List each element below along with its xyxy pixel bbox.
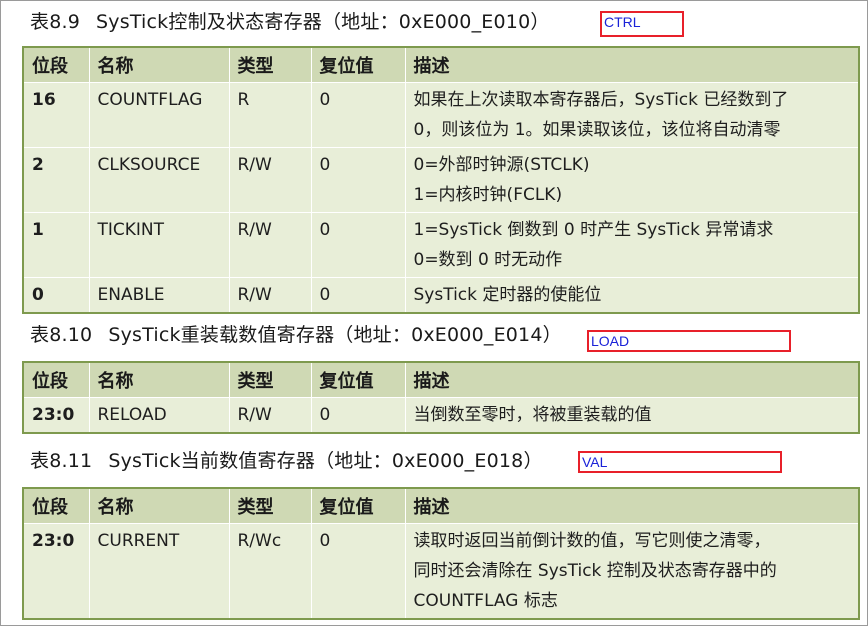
header-reset: 复位值 [310, 46, 406, 83]
table-number: 表8.9 [30, 11, 81, 33]
cell-type: R/W [228, 397, 312, 434]
annotation-box-val: VAL [578, 451, 782, 473]
table-header-row: 位段 名称 类型 复位值 描述 [22, 487, 860, 524]
cell-type: R/Wc [228, 523, 312, 620]
cell-desc: 1=SysTick 倒数到 0 时产生 SysTick 异常请求 0=数到 0 … [404, 212, 860, 278]
desc-line: 0=数到 0 时无动作 [413, 250, 563, 270]
desc-line: 如果在上次读取本寄存器后，SysTick 已经数到了 [413, 90, 789, 110]
cell-bits: 23:0 [22, 397, 90, 434]
annotation-box-load: LOAD [587, 330, 791, 352]
desc-line: 同时还会清除在 SysTick 控制及状态寄存器中的 [413, 561, 777, 581]
register-table-ctrl: 位段 名称 类型 复位值 描述 16 COUNTFLAG R 0 如果在上次读取… [22, 46, 860, 314]
cell-name: CLKSOURCE [88, 147, 230, 213]
cell-reset: 0 [310, 212, 406, 278]
cell-reset: 0 [310, 82, 406, 148]
desc-line: 1=内核时钟(FCLK) [413, 185, 563, 205]
header-name: 名称 [88, 46, 230, 83]
cell-reset: 0 [310, 397, 406, 434]
header-type: 类型 [228, 487, 312, 524]
table-title: SysTick当前数值寄存器（地址：0xE000_E018） [108, 450, 543, 472]
cell-name: ENABLE [88, 277, 230, 314]
cell-name: TICKINT [88, 212, 230, 278]
table-title: SysTick控制及状态寄存器（地址：0xE000_E010） [96, 11, 550, 33]
cell-desc: SysTick 定时器的使能位 [404, 277, 860, 314]
header-name: 名称 [88, 487, 230, 524]
table-row: 2 CLKSOURCE R/W 0 0=外部时钟源(STCLK) 1=内核时钟(… [22, 147, 860, 213]
table-row: 1 TICKINT R/W 0 1=SysTick 倒数到 0 时产生 SysT… [22, 212, 860, 278]
table-header-row: 位段 名称 类型 复位值 描述 [22, 46, 860, 83]
table-header-row: 位段 名称 类型 复位值 描述 [22, 361, 860, 398]
desc-line: 0=外部时钟源(STCLK) [413, 155, 590, 175]
header-desc: 描述 [404, 361, 860, 398]
header-desc: 描述 [404, 487, 860, 524]
table-title: SysTick重装载数值寄存器（地址：0xE000_E014） [108, 324, 562, 346]
table-number: 表8.10 [30, 324, 93, 346]
register-table-load: 位段 名称 类型 复位值 描述 23:0 RELOAD R/W 0 当倒数至零时… [22, 361, 860, 434]
header-reset: 复位值 [310, 361, 406, 398]
header-bits: 位段 [22, 46, 90, 83]
header-type: 类型 [228, 361, 312, 398]
cell-reset: 0 [310, 523, 406, 620]
desc-line: 1=SysTick 倒数到 0 时产生 SysTick 异常请求 [413, 220, 774, 240]
table-caption-val: 表8.11 SysTick当前数值寄存器（地址：0xE000_E018） [30, 446, 543, 473]
header-desc: 描述 [404, 46, 860, 83]
table-row: 23:0 CURRENT R/Wc 0 读取时返回当前倒计数的值，写它则使之清零… [22, 523, 860, 620]
cell-type: R [228, 82, 312, 148]
cell-desc: 0=外部时钟源(STCLK) 1=内核时钟(FCLK) [404, 147, 860, 213]
desc-line: 读取时返回当前倒计数的值，写它则使之清零， [413, 531, 771, 551]
cell-bits: 16 [22, 82, 90, 148]
cell-bits: 1 [22, 212, 90, 278]
cell-name: COUNTFLAG [88, 82, 230, 148]
header-reset: 复位值 [310, 487, 406, 524]
cell-type: R/W [228, 147, 312, 213]
table-row: 0 ENABLE R/W 0 SysTick 定时器的使能位 [22, 277, 860, 314]
cell-bits: 0 [22, 277, 90, 314]
desc-line: 当倒数至零时，将被重装载的值 [413, 405, 652, 425]
cell-type: R/W [228, 277, 312, 314]
annotation-box-ctrl: CTRL [600, 11, 684, 37]
table-caption-ctrl: 表8.9 SysTick控制及状态寄存器（地址：0xE000_E010） [30, 7, 550, 34]
cell-desc: 读取时返回当前倒计数的值，写它则使之清零， 同时还会清除在 SysTick 控制… [404, 523, 860, 620]
table-caption-load: 表8.10 SysTick重装载数值寄存器（地址：0xE000_E014） [30, 320, 562, 347]
cell-bits: 2 [22, 147, 90, 213]
desc-line: SysTick 定时器的使能位 [413, 285, 602, 305]
header-bits: 位段 [22, 361, 90, 398]
desc-line: COUNTFLAG 标志 [413, 591, 558, 611]
header-name: 名称 [88, 361, 230, 398]
cell-reset: 0 [310, 147, 406, 213]
cell-reset: 0 [310, 277, 406, 314]
desc-line: 0，则该位为 1。如果读取该位，该位将自动清零 [413, 120, 781, 140]
table-row: 16 COUNTFLAG R 0 如果在上次读取本寄存器后，SysTick 已经… [22, 82, 860, 148]
cell-desc: 当倒数至零时，将被重装载的值 [404, 397, 860, 434]
cell-name: RELOAD [88, 397, 230, 434]
cell-name: CURRENT [88, 523, 230, 620]
header-bits: 位段 [22, 487, 90, 524]
cell-bits: 23:0 [22, 523, 90, 620]
cell-type: R/W [228, 212, 312, 278]
table-row: 23:0 RELOAD R/W 0 当倒数至零时，将被重装载的值 [22, 397, 860, 434]
header-type: 类型 [228, 46, 312, 83]
table-number: 表8.11 [30, 450, 93, 472]
register-table-val: 位段 名称 类型 复位值 描述 23:0 CURRENT R/Wc 0 读取时返… [22, 487, 860, 620]
cell-desc: 如果在上次读取本寄存器后，SysTick 已经数到了 0，则该位为 1。如果读取… [404, 82, 860, 148]
